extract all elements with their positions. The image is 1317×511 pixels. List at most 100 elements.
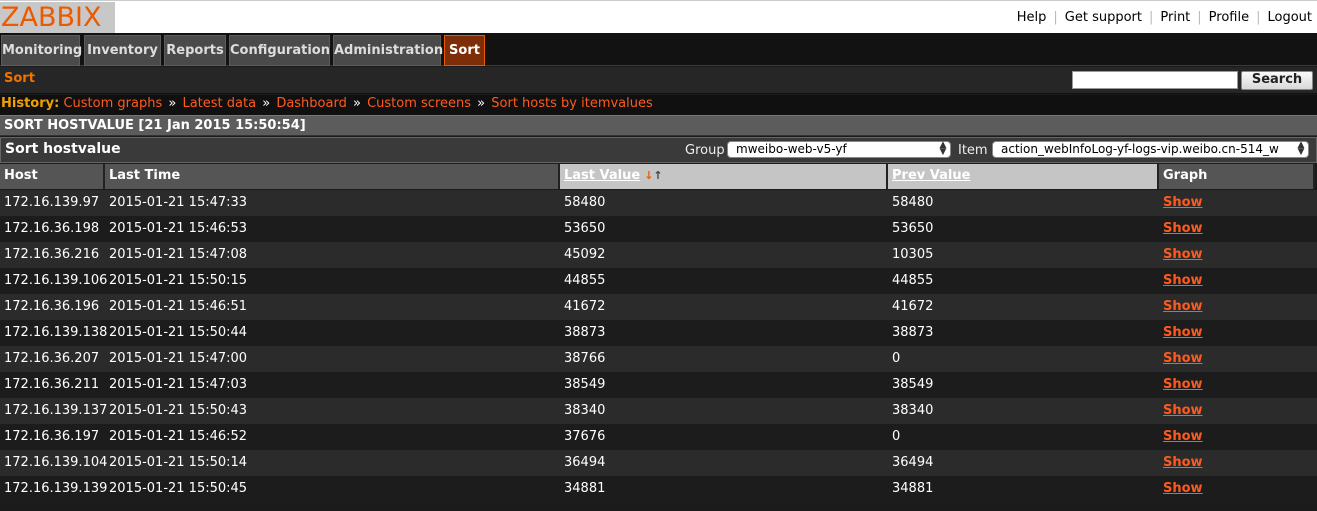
last-time-cell: 2015-01-21 15:47:00 [109, 351, 248, 366]
last-value-cell: 44855 [564, 273, 606, 288]
host-cell: 172.16.36.198 [4, 221, 100, 236]
table-row: 172.16.36.207 2015-01-21 15:47:00 38766 0 Sh… [0, 346, 1317, 372]
group-label: Group [685, 143, 725, 158]
menu-configuration[interactable]: Configuration [229, 35, 330, 66]
last-value-cell: 37676 [564, 429, 606, 444]
host-cell: 172.16.139.97 [4, 195, 100, 210]
host-cell: 172.16.36.216 [4, 247, 100, 262]
last-time-cell: 2015-01-21 15:47:08 [109, 247, 248, 262]
graph-show-link[interactable]: Show [1159, 450, 1203, 476]
history-dashboard[interactable]: Dashboard [276, 96, 347, 111]
logout-link[interactable]: Logout [1267, 10, 1312, 25]
prev-value-cell: 34881 [892, 481, 934, 496]
graph-show-link[interactable]: Show [1159, 268, 1203, 294]
menu-reports[interactable]: Reports [164, 35, 226, 66]
graph-show-link[interactable]: Show [1159, 190, 1203, 216]
graph-show-link[interactable]: Show [1159, 346, 1203, 372]
table-row: 172.16.36.216 2015-01-21 15:47:08 45092 103… [0, 242, 1317, 268]
last-value-cell: 45092 [564, 247, 606, 262]
top-links: Help | Get support | Print | Profile | Logou… [1016, 10, 1312, 25]
prev-value-cell: 36494 [892, 455, 934, 470]
host-cell: 172.16.139.139 [4, 481, 108, 496]
header-last-value[interactable]: Last Value ↓↑ [560, 164, 888, 189]
graph-show-link[interactable]: Show [1159, 320, 1203, 346]
prev-value-cell: 44855 [892, 273, 934, 288]
last-value-sort-link[interactable]: Last Value [564, 168, 640, 183]
graph-show-link[interactable]: Show [1159, 476, 1203, 502]
group-select[interactable]: mweibo-web-v5-yf ▲ ▼ [727, 141, 951, 158]
graph-show-link[interactable]: Show [1159, 216, 1203, 242]
table-row: 172.16.36.196 2015-01-21 15:46:51 41672 416… [0, 294, 1317, 320]
page-title: SORT HOSTVALUE [21 Jan 2015 15:50:54] [0, 115, 1317, 136]
table-row: 172.16.139.137 2015-01-21 15:50:43 38340 38… [0, 398, 1317, 424]
item-select-value: action_webInfoLog-yf-logs-vip.weibo.cn-5… [1001, 142, 1279, 156]
last-time-cell: 2015-01-21 15:47:33 [109, 195, 248, 210]
host-cell: 172.16.139.104 [4, 455, 108, 470]
last-value-cell: 36494 [564, 455, 606, 470]
print-link[interactable]: Print [1160, 10, 1190, 25]
host-cell: 172.16.36.207 [4, 351, 100, 366]
history-custom-graphs[interactable]: Custom graphs [63, 96, 162, 111]
history-latest-data[interactable]: Latest data [182, 96, 256, 111]
menu-monitoring[interactable]: Monitoring [1, 35, 82, 66]
last-time-cell: 2015-01-21 15:46:53 [109, 221, 248, 236]
main-menu: Monitoring Inventory Reports Configurati… [0, 33, 1317, 66]
last-value-cell: 53650 [564, 221, 606, 236]
history-custom-screens[interactable]: Custom screens [367, 96, 471, 111]
history-sort-hosts[interactable]: Sort hosts by itemvalues [491, 96, 652, 111]
search-input[interactable] [1072, 71, 1238, 89]
filter-title: Sort hostvalue [5, 141, 121, 157]
prev-value-cell: 58480 [892, 195, 934, 210]
prev-value-cell: 38340 [892, 403, 934, 418]
prev-value-cell: 41672 [892, 299, 934, 314]
host-cell: 172.16.36.211 [4, 377, 100, 392]
last-time-cell: 2015-01-21 15:50:45 [109, 481, 248, 496]
graph-show-link[interactable]: Show [1159, 424, 1203, 450]
submenu-sort[interactable]: Sort [4, 71, 35, 86]
zabbix-logo[interactable]: ZABBIX [0, 2, 115, 33]
prev-value-cell: 0 [892, 351, 901, 366]
table-row: 172.16.36.198 2015-01-21 15:46:53 53650 536… [0, 216, 1317, 242]
last-time-cell: 2015-01-21 15:50:15 [109, 273, 248, 288]
search-button[interactable]: Search [1241, 71, 1313, 90]
graph-show-link[interactable]: Show [1159, 242, 1203, 268]
last-time-cell: 2015-01-21 15:46:52 [109, 429, 248, 444]
prev-value-cell: 53650 [892, 221, 934, 236]
prev-value-cell: 10305 [892, 247, 934, 262]
last-value-cell: 34881 [564, 481, 606, 496]
prev-value-sort-link[interactable]: Prev Value [892, 168, 970, 183]
help-link[interactable]: Help [1017, 10, 1047, 25]
menu-inventory[interactable]: Inventory [84, 35, 161, 66]
graph-show-link[interactable]: Show [1159, 372, 1203, 398]
table-row: 172.16.139.139 2015-01-21 15:50:45 34881 34… [0, 476, 1317, 502]
get-support-link[interactable]: Get support [1065, 10, 1142, 25]
last-value-cell: 38340 [564, 403, 606, 418]
header-last-time: Last Time [105, 164, 560, 189]
history-breadcrumb: History: Custom graphs » Latest data » D… [0, 95, 1317, 115]
menu-sort[interactable]: Sort [444, 35, 485, 66]
last-value-cell: 58480 [564, 195, 606, 210]
item-select[interactable]: action_webInfoLog-yf-logs-vip.weibo.cn-5… [992, 141, 1309, 158]
filter-bar: Sort hostvalue Group mweibo-web-v5-yf ▲ ▼… [0, 137, 1317, 163]
last-time-cell: 2015-01-21 15:47:03 [109, 377, 248, 392]
profile-link[interactable]: Profile [1209, 10, 1249, 25]
last-time-cell: 2015-01-21 15:50:14 [109, 455, 248, 470]
menu-administration[interactable]: Administration [333, 35, 443, 66]
last-value-cell: 38873 [564, 325, 606, 340]
last-time-cell: 2015-01-21 15:50:43 [109, 403, 248, 418]
header-graph: Graph [1159, 164, 1315, 189]
last-time-cell: 2015-01-21 15:46:51 [109, 299, 248, 314]
graph-show-link[interactable]: Show [1159, 398, 1203, 424]
sub-menu: Sort Search [0, 67, 1317, 94]
header-prev-value[interactable]: Prev Value [888, 164, 1159, 189]
host-cell: 172.16.139.138 [4, 325, 108, 340]
group-select-value: mweibo-web-v5-yf [736, 142, 847, 156]
host-cell: 172.16.36.196 [4, 299, 100, 314]
select-arrows-icon: ▲ ▼ [939, 140, 947, 157]
last-time-cell: 2015-01-21 15:50:44 [109, 325, 248, 340]
graph-show-link[interactable]: Show [1159, 294, 1203, 320]
history-label: History: [1, 96, 60, 111]
table-row: 172.16.139.138 2015-01-21 15:50:44 38873 38… [0, 320, 1317, 346]
last-value-cell: 41672 [564, 299, 606, 314]
host-cell: 172.16.139.106 [4, 273, 108, 288]
